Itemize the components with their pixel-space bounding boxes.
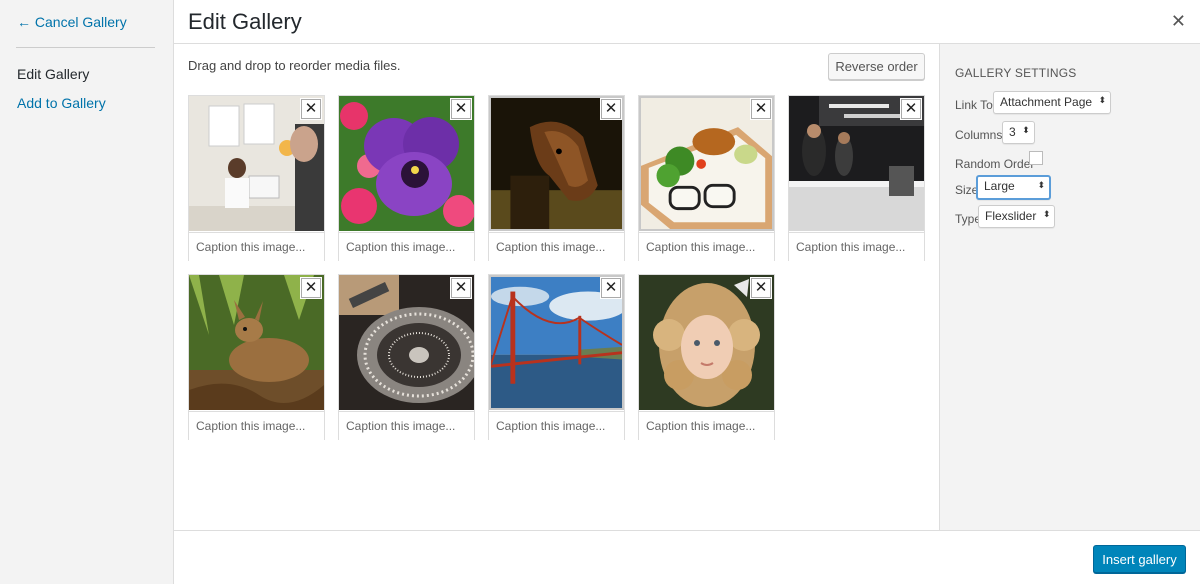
attachment-tile[interactable]: ✕ xyxy=(488,274,625,440)
close-icon[interactable]: ✕ xyxy=(1171,12,1186,30)
caption-input[interactable] xyxy=(189,411,324,440)
attachment-tile[interactable]: ✕ xyxy=(188,95,325,261)
remove-attachment-button[interactable]: ✕ xyxy=(301,278,321,298)
reorder-instructions: Drag and drop to reorder media files. xyxy=(188,58,401,73)
remove-attachment-button[interactable]: ✕ xyxy=(751,99,771,119)
media-frame-menu: ← Cancel Gallery Edit Gallery Add to Gal… xyxy=(0,0,174,584)
menu-item-add-to-gallery[interactable]: Add to Gallery xyxy=(17,95,106,111)
attachment-tile[interactable]: ✕ xyxy=(788,95,925,261)
remove-attachment-button[interactable]: ✕ xyxy=(451,278,471,298)
link-to-select[interactable]: Attachment Page xyxy=(993,91,1112,114)
remove-attachment-button[interactable]: ✕ xyxy=(751,278,771,298)
page-title: Edit Gallery xyxy=(188,9,302,34)
attachment-tile[interactable]: ✕ xyxy=(638,95,775,261)
link-to-value: Attachment Page xyxy=(1000,95,1093,109)
type-select[interactable]: Flexslider xyxy=(978,205,1056,228)
remove-attachment-button[interactable]: ✕ xyxy=(601,278,621,298)
random-order-label: Random Order xyxy=(955,157,1035,171)
size-value: Large xyxy=(984,179,1015,193)
caption-input[interactable] xyxy=(489,232,624,261)
gallery-settings-heading: Gallery Settings xyxy=(955,66,1077,80)
caption-input[interactable] xyxy=(489,411,624,440)
media-frame-toolbar: Insert gallery xyxy=(174,530,1200,584)
caption-input[interactable] xyxy=(189,232,324,261)
caption-input[interactable] xyxy=(639,411,774,440)
caption-input[interactable] xyxy=(339,411,474,440)
caption-input[interactable] xyxy=(339,232,474,261)
attachment-tile[interactable]: ✕ xyxy=(638,274,775,440)
cancel-gallery-link[interactable]: ← Cancel Gallery xyxy=(17,14,127,30)
columns-value: 3 xyxy=(1009,125,1016,139)
attachment-tile[interactable]: ✕ xyxy=(338,95,475,261)
attachment-tile[interactable]: ✕ xyxy=(188,274,325,440)
size-select[interactable]: Large xyxy=(976,175,1051,200)
remove-attachment-button[interactable]: ✕ xyxy=(901,99,921,119)
caption-input[interactable] xyxy=(639,232,774,261)
columns-label: Columns xyxy=(955,128,1003,142)
type-value: Flexslider xyxy=(985,209,1037,223)
attachment-tile[interactable]: ✕ xyxy=(338,274,475,440)
menu-separator xyxy=(16,47,155,48)
remove-attachment-button[interactable]: ✕ xyxy=(601,99,621,119)
insert-gallery-button[interactable]: Insert gallery xyxy=(1093,545,1186,573)
caption-input[interactable] xyxy=(789,232,924,261)
attachment-tile[interactable]: ✕ xyxy=(488,95,625,261)
size-label: Size xyxy=(955,183,979,197)
reverse-order-button[interactable]: Reverse order xyxy=(828,53,925,80)
menu-item-edit-gallery[interactable]: Edit Gallery xyxy=(17,66,89,82)
random-order-checkbox[interactable] xyxy=(1029,151,1043,165)
gallery-settings-panel: Gallery Settings Link To Attachment Page… xyxy=(939,44,1200,530)
remove-attachment-button[interactable]: ✕ xyxy=(301,99,321,119)
columns-select[interactable]: 3 xyxy=(1002,121,1035,144)
remove-attachment-button[interactable]: ✕ xyxy=(451,99,471,119)
link-to-label: Link To xyxy=(955,98,993,112)
